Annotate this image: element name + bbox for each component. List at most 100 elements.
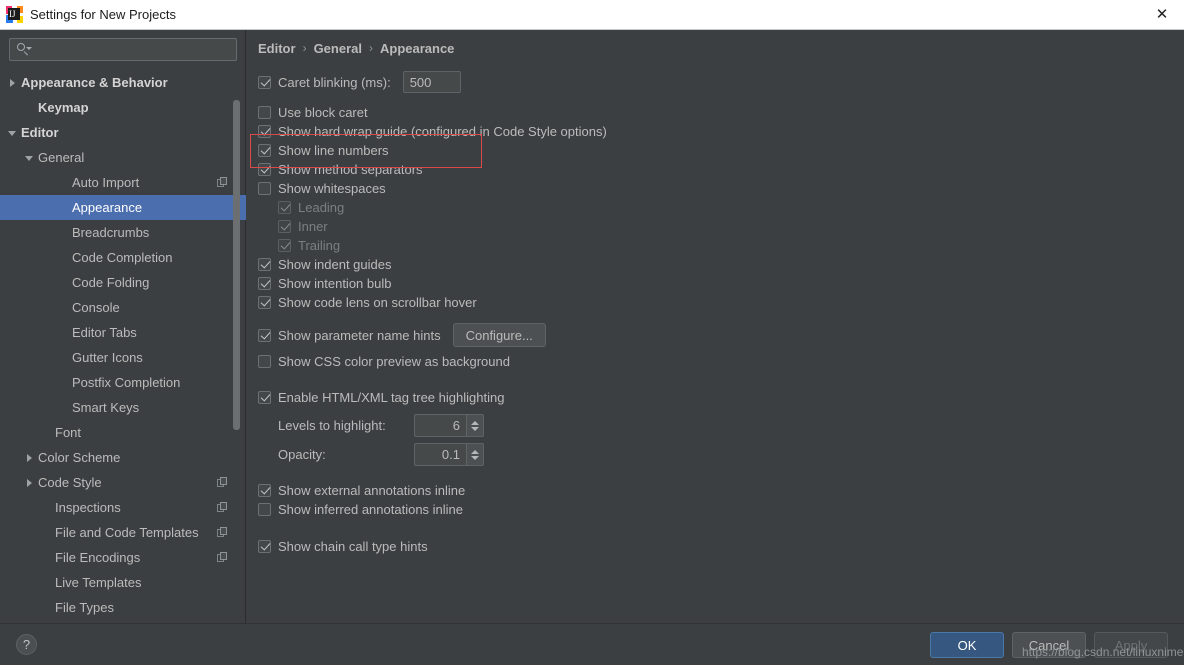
spinner-arrows-icon[interactable] xyxy=(466,443,484,466)
inner-checkbox[interactable] xyxy=(278,219,291,233)
show-inferred-annotations-row: Show inferred annotations inline xyxy=(258,500,1158,518)
sidebar-item-color-scheme[interactable]: Color Scheme xyxy=(0,445,246,470)
show-external-annotations-row: Show external annotations inline xyxy=(258,481,1158,499)
configure-button[interactable]: Configure... xyxy=(452,323,546,347)
breadcrumb-editor[interactable]: Editor xyxy=(258,41,296,56)
sidebar-item-label: File and Code Templates xyxy=(55,525,199,540)
chevron-right-icon[interactable] xyxy=(23,451,36,464)
sidebar-item-label: Editor xyxy=(21,125,59,140)
chevron-right-icon[interactable] xyxy=(23,476,36,489)
sidebar-item-label: Editor Tabs xyxy=(72,325,137,340)
levels-to-highlight-spinner[interactable]: 6 xyxy=(414,414,484,437)
ok-button[interactable]: OK xyxy=(930,632,1004,658)
sidebar-item-gutter-icons[interactable]: Gutter Icons xyxy=(0,345,246,370)
sidebar-item-appearance-behavior[interactable]: Appearance & Behavior xyxy=(0,70,246,95)
breadcrumb: Editor › General › Appearance xyxy=(258,38,454,58)
sidebar-item-keymap[interactable]: Keymap xyxy=(0,95,246,120)
show-hard-wrap-guide-checkbox[interactable] xyxy=(258,124,271,138)
show-line-numbers-label: Show line numbers xyxy=(278,142,389,158)
chevron-down-icon[interactable] xyxy=(6,126,19,139)
use-block-caret-label: Use block caret xyxy=(278,104,368,120)
show-parameter-name-hints-checkbox[interactable] xyxy=(258,328,271,342)
search-input[interactable] xyxy=(31,39,236,60)
breadcrumb-general[interactable]: General xyxy=(314,41,362,56)
show-chain-call-hints-row: Show chain call type hints xyxy=(258,537,1158,555)
sidebar-item-live-templates[interactable]: Live Templates xyxy=(0,570,246,595)
sidebar-scrollbar-track[interactable] xyxy=(233,70,243,623)
sidebar-item-file-and-code-templates[interactable]: File and Code Templates xyxy=(0,520,246,545)
copy-settings-icon[interactable] xyxy=(217,552,228,563)
show-whitespaces-checkbox[interactable] xyxy=(258,181,271,195)
use-block-caret-checkbox[interactable] xyxy=(258,105,271,119)
show-css-color-preview-checkbox[interactable] xyxy=(258,354,271,368)
show-intention-bulb-checkbox[interactable] xyxy=(258,276,271,290)
caret-blinking-label: Caret blinking (ms): xyxy=(278,74,391,90)
show-method-separators-checkbox[interactable] xyxy=(258,162,271,176)
copy-settings-icon[interactable] xyxy=(217,527,228,538)
sidebar-item-smart-keys[interactable]: Smart Keys xyxy=(0,395,246,420)
show-intention-bulb-label: Show intention bulb xyxy=(278,275,392,291)
enable-html-xml-checkbox[interactable] xyxy=(258,390,271,404)
sidebar-item-inspections[interactable]: Inspections xyxy=(0,495,246,520)
settings-content: Editor › General › Appearance Caret blin… xyxy=(247,30,1184,623)
sidebar-item-label: Code Folding xyxy=(72,275,150,290)
show-hard-wrap-guide-label: Show hard wrap guide (configured in Code… xyxy=(278,123,607,139)
sidebar-item-appearance[interactable]: Appearance xyxy=(0,195,246,220)
trailing-checkbox[interactable] xyxy=(278,238,291,252)
settings-dialog: IJ Settings for New Projects ✕ Appearanc… xyxy=(0,0,1184,665)
levels-to-highlight-value[interactable]: 6 xyxy=(414,414,466,437)
show-chain-call-hints-checkbox[interactable] xyxy=(258,539,271,553)
sidebar-item-editor-tabs[interactable]: Editor Tabs xyxy=(0,320,246,345)
sidebar-item-file-types[interactable]: File Types xyxy=(0,595,246,620)
opacity-spinner[interactable]: 0.1 xyxy=(414,443,484,466)
chevron-right-icon: › xyxy=(368,41,373,55)
show-code-lens-row: Show code lens on scrollbar hover xyxy=(258,293,1158,311)
spinner-arrows-icon[interactable] xyxy=(466,414,484,437)
caret-blinking-checkbox[interactable] xyxy=(258,75,271,89)
show-external-annotations-checkbox[interactable] xyxy=(258,483,271,497)
sidebar-item-code-folding[interactable]: Code Folding xyxy=(0,270,246,295)
sidebar-item-file-encodings[interactable]: File Encodings xyxy=(0,545,246,570)
copy-settings-icon[interactable] xyxy=(217,477,228,488)
settings-tree[interactable]: Appearance & Behavior Keymap Editor General… xyxy=(0,70,246,623)
help-button[interactable]: ? xyxy=(16,634,37,655)
sidebar-item-general[interactable]: General xyxy=(0,145,246,170)
sidebar-item-label: Live Templates xyxy=(55,575,142,590)
sidebar-item-postfix-completion[interactable]: Postfix Completion xyxy=(0,370,246,395)
copy-settings-icon[interactable] xyxy=(217,177,228,188)
search-box[interactable] xyxy=(9,38,237,61)
show-indent-guides-row: Show indent guides xyxy=(258,255,1158,273)
breadcrumb-appearance[interactable]: Appearance xyxy=(380,41,454,56)
chevron-down-icon[interactable] xyxy=(23,151,36,164)
show-inferred-annotations-checkbox[interactable] xyxy=(258,502,271,516)
sidebar-item-label: Appearance & Behavior xyxy=(21,75,168,90)
show-code-lens-label: Show code lens on scrollbar hover xyxy=(278,294,477,310)
sidebar-item-breadcrumbs[interactable]: Breadcrumbs xyxy=(0,220,246,245)
copy-settings-icon[interactable] xyxy=(217,502,228,513)
sidebar-item-font[interactable]: Font xyxy=(0,420,246,445)
close-icon[interactable]: ✕ xyxy=(1140,0,1184,29)
opacity-label: Opacity: xyxy=(278,447,326,462)
settings-sidebar: Appearance & Behavior Keymap Editor General… xyxy=(0,30,246,623)
sidebar-item-console[interactable]: Console xyxy=(0,295,246,320)
sidebar-item-code-completion[interactable]: Code Completion xyxy=(0,245,246,270)
leading-checkbox[interactable] xyxy=(278,200,291,214)
show-code-lens-checkbox[interactable] xyxy=(258,295,271,309)
show-line-numbers-checkbox[interactable] xyxy=(258,143,271,157)
sidebar-scrollbar-thumb[interactable] xyxy=(233,100,240,430)
chevron-right-icon[interactable] xyxy=(6,76,19,89)
sidebar-item-code-style[interactable]: Code Style xyxy=(0,470,246,495)
sidebar-item-label: Code Style xyxy=(38,475,102,490)
leading-label: Leading xyxy=(298,199,345,215)
show-indent-guides-checkbox[interactable] xyxy=(258,257,271,271)
sidebar-item-editor[interactable]: Editor xyxy=(0,120,246,145)
sidebar-item-label: Appearance xyxy=(72,200,143,215)
caret-blinking-input[interactable] xyxy=(402,71,461,93)
sidebar-item-auto-import[interactable]: Auto Import xyxy=(0,170,246,195)
opacity-value[interactable]: 0.1 xyxy=(414,443,466,466)
